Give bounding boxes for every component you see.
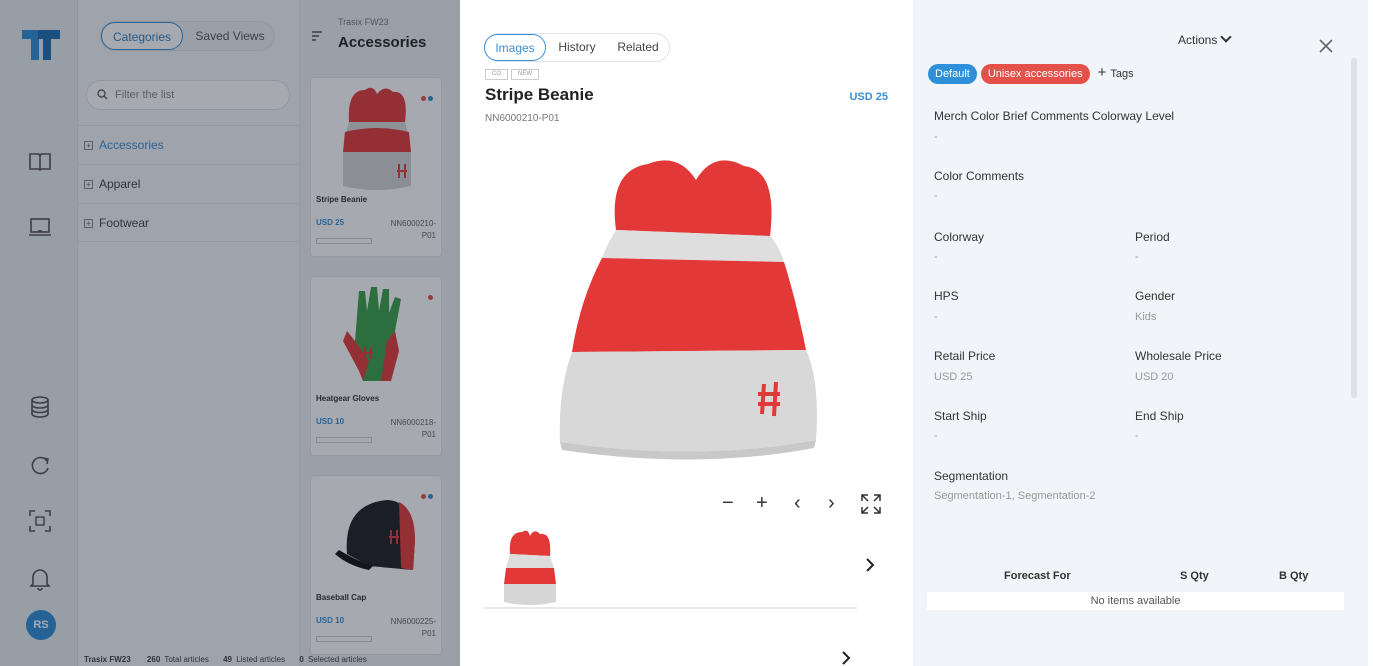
tab-images[interactable]: Images xyxy=(484,34,546,61)
scrollbar[interactable] xyxy=(1351,58,1357,398)
actions-label: Actions xyxy=(1178,33,1218,47)
plus-icon: + xyxy=(1097,64,1107,81)
field-label: Wholesale Price xyxy=(1135,349,1222,363)
badge-row: CO NEW xyxy=(485,62,542,80)
field-value: - xyxy=(934,311,938,323)
field-value: Segmentation-1, Segmentation-2 xyxy=(934,490,1096,502)
field-label: Colorway xyxy=(934,230,985,244)
prev-image-button[interactable]: ‹ xyxy=(794,492,801,515)
product-image xyxy=(559,160,817,460)
detail-image-pane: Images History Related CO NEW Stripe Bean… xyxy=(460,0,913,666)
field-value: - xyxy=(934,430,938,442)
next-image-button[interactable]: › xyxy=(828,492,835,515)
zoom-in-button[interactable]: + xyxy=(756,492,768,515)
tag-row: Default Unisex accessories + Tags xyxy=(928,64,1134,84)
column-header-forecast-for[interactable]: Forecast For xyxy=(1004,570,1071,582)
field-value: Kids xyxy=(1135,311,1157,323)
field-label: End Ship xyxy=(1135,409,1184,423)
field-value: - xyxy=(1135,251,1139,263)
product-sku: NN6000210-P01 xyxy=(485,113,560,124)
chevron-right-icon[interactable] xyxy=(864,557,876,573)
empty-table-message: No items available xyxy=(927,592,1344,610)
zoom-out-button[interactable]: − xyxy=(722,492,734,515)
add-tag-label: Tags xyxy=(1110,68,1134,80)
field-value: USD 25 xyxy=(934,371,973,383)
column-header-s-qty[interactable]: S Qty xyxy=(1180,570,1209,582)
column-header-b-qty[interactable]: B Qty xyxy=(1279,570,1308,582)
field-label: Retail Price xyxy=(934,349,996,363)
field-label: Merch Color Brief Comments Colorway Leve… xyxy=(934,109,1175,123)
detail-tabs: Images History Related xyxy=(484,33,670,62)
field-value: - xyxy=(934,251,938,263)
attributes-pane: Actions Default Unisex accessories + Tags M… xyxy=(913,0,1368,666)
field-value: USD 20 xyxy=(1135,371,1174,383)
image-thumbnail[interactable] xyxy=(494,528,566,608)
tag-unisex-accessories[interactable]: Unisex accessories xyxy=(980,64,1090,84)
tab-related[interactable]: Related xyxy=(607,34,669,61)
add-tag-button[interactable]: + Tags xyxy=(1098,64,1134,81)
modal-backdrop[interactable] xyxy=(0,0,460,666)
divider xyxy=(484,607,857,609)
badge: CO xyxy=(485,69,508,80)
fullscreen-icon[interactable] xyxy=(860,493,882,515)
field-label: HPS xyxy=(934,289,959,303)
chevron-right-icon[interactable] xyxy=(840,650,852,666)
field-value: - xyxy=(934,190,938,202)
field-value: - xyxy=(934,131,938,143)
chevron-down-icon xyxy=(1220,31,1233,43)
field-label: Segmentation xyxy=(934,469,1009,483)
tag-default[interactable]: Default xyxy=(928,64,977,84)
product-title: Stripe Beanie xyxy=(485,85,594,104)
field-value: - xyxy=(1135,430,1139,442)
tab-history[interactable]: History xyxy=(549,34,605,61)
product-price: USD 25 xyxy=(849,91,888,103)
field-label: Period xyxy=(1135,230,1170,244)
close-icon[interactable] xyxy=(1318,38,1334,54)
field-label: Start Ship xyxy=(934,409,987,423)
badge: NEW xyxy=(511,69,539,80)
actions-menu[interactable]: Actions xyxy=(1178,31,1233,47)
field-label: Color Comments xyxy=(934,169,1025,183)
field-label: Gender xyxy=(1135,289,1176,303)
